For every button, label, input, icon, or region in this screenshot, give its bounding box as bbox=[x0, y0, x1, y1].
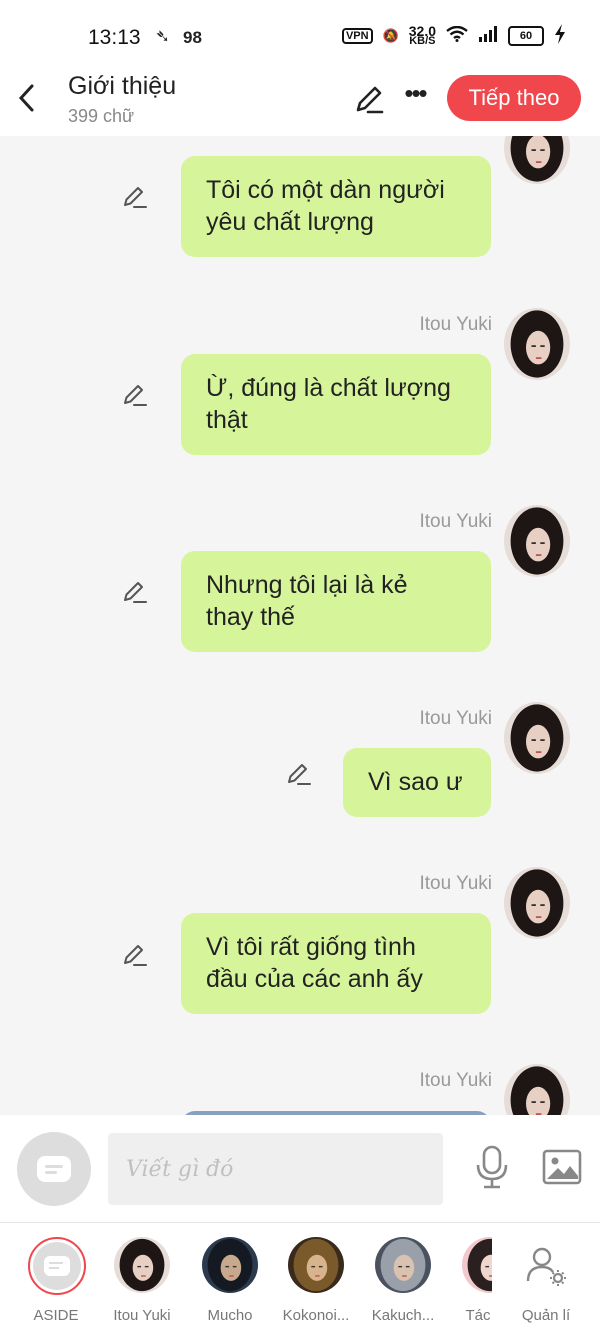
pencil-icon bbox=[124, 385, 147, 406]
edit-message-button[interactable] bbox=[122, 942, 148, 968]
edit-message-button[interactable] bbox=[122, 579, 148, 605]
word-count: 399 chữ bbox=[68, 106, 135, 126]
avatar[interactable] bbox=[504, 308, 570, 380]
message-bubble[interactable]: Ừ, đúng là chất lượng thật bbox=[181, 354, 491, 455]
message-text: Ừ, đúng là chất lượng thật bbox=[206, 374, 451, 434]
message-input-placeholder: Viết gì đó bbox=[126, 1157, 234, 1182]
message-text: Tôi có một dàn người yêu chất lượng bbox=[206, 176, 445, 236]
message-text: Vì sao ư bbox=[368, 768, 463, 796]
character-avatar bbox=[462, 1237, 492, 1293]
tab-character[interactable]: Itou Yuki bbox=[100, 1235, 184, 1327]
notification-icon: ➴ bbox=[155, 26, 171, 46]
microphone-icon bbox=[476, 1145, 508, 1189]
message-input[interactable]: Viết gì đó bbox=[108, 1133, 443, 1205]
pencil-icon bbox=[288, 764, 311, 785]
tab-label: Mucho bbox=[207, 1307, 253, 1324]
back-button[interactable] bbox=[12, 80, 42, 116]
character-avatar bbox=[375, 1237, 431, 1293]
chat-area[interactable]: Tôi có một dàn người yêu chất lượng Itou… bbox=[0, 136, 600, 1115]
status-bar: 13:13 ➴ 98 VPN 🔕 32.0 KB/S 60 bbox=[0, 0, 600, 70]
image-button[interactable] bbox=[542, 1149, 582, 1185]
character-avatar bbox=[288, 1237, 344, 1293]
sender-name: Itou Yuki bbox=[419, 1070, 492, 1091]
tab-character[interactable]: Tác bbox=[448, 1235, 492, 1327]
page-title: Giới thiệu bbox=[68, 72, 177, 100]
vpn-icon: VPN bbox=[341, 27, 373, 44]
status-time: 13:13 bbox=[88, 26, 141, 49]
composer-bar: Viết gì đó bbox=[0, 1115, 600, 1222]
status-count: 98 bbox=[183, 28, 202, 47]
character-avatar bbox=[202, 1237, 258, 1293]
avatar[interactable] bbox=[504, 505, 570, 577]
sender-name: Itou Yuki bbox=[419, 511, 492, 532]
chevron-left-icon bbox=[18, 84, 34, 112]
message-bubble[interactable]: Tôi có một dàn người yêu chất lượng bbox=[181, 156, 491, 257]
tab-manage[interactable]: Quản lí bbox=[504, 1235, 588, 1327]
more-options-button[interactable]: ••• bbox=[398, 80, 432, 114]
sender-name: Itou Yuki bbox=[419, 708, 492, 729]
aside-toggle-button[interactable] bbox=[17, 1132, 91, 1206]
microphone-button[interactable] bbox=[472, 1145, 512, 1189]
message-bubble[interactable]: Vì tôi rất giống tình đầu của các anh ấy bbox=[181, 913, 491, 1014]
tab-label: Itou Yuki bbox=[113, 1307, 171, 1324]
sender-name: Itou Yuki bbox=[419, 873, 492, 894]
mute-icon: 🔕 bbox=[382, 27, 399, 43]
signal-icon bbox=[478, 26, 498, 45]
tab-label: Kakuch... bbox=[371, 1307, 435, 1324]
charging-icon bbox=[554, 24, 566, 47]
pencil-icon bbox=[124, 187, 147, 208]
avatar[interactable] bbox=[504, 136, 570, 184]
tab-label: ASIDE bbox=[33, 1307, 79, 1324]
edit-message-button[interactable] bbox=[122, 382, 148, 408]
message-bubble[interactable]: Nhưng tôi lại là kẻ thay thế bbox=[181, 551, 491, 652]
edit-message-button[interactable] bbox=[286, 761, 312, 787]
aside-avatar bbox=[28, 1237, 86, 1295]
tab-character[interactable]: Kokonoi... bbox=[274, 1235, 358, 1327]
net-speed: 32.0 KB/S bbox=[408, 22, 436, 47]
message-text: Nhưng tôi lại là kẻ thay thế bbox=[206, 571, 408, 631]
edit-message-button[interactable] bbox=[122, 184, 148, 210]
avatar[interactable] bbox=[504, 867, 570, 939]
message-text: Vì tôi rất giống tình đầu của các anh ấy bbox=[206, 933, 423, 993]
message-bubble[interactable]: Vì sao ư bbox=[343, 748, 491, 817]
pencil-icon bbox=[124, 582, 147, 603]
tab-aside[interactable]: ASIDE bbox=[14, 1235, 98, 1327]
tab-label: Quản lí bbox=[521, 1307, 571, 1324]
sender-name: Itou Yuki bbox=[419, 314, 492, 335]
user-settings-icon bbox=[526, 1245, 568, 1292]
edit-button[interactable] bbox=[352, 82, 386, 116]
tab-character[interactable]: Mucho bbox=[188, 1235, 272, 1327]
next-button[interactable]: Tiếp theo bbox=[447, 75, 581, 121]
battery-icon: 60 bbox=[508, 25, 544, 46]
aside-icon bbox=[37, 1156, 71, 1182]
avatar[interactable] bbox=[504, 1064, 570, 1115]
top-bar: Giới thiệu 399 chữ ••• Tiếp theo bbox=[0, 70, 600, 136]
tab-label: Kokonoi... bbox=[282, 1307, 350, 1324]
pencil-icon bbox=[124, 945, 147, 966]
tab-character[interactable]: Kakuch... bbox=[361, 1235, 445, 1327]
pencil-icon bbox=[356, 86, 384, 114]
image-icon bbox=[542, 1149, 582, 1185]
wifi-icon bbox=[446, 25, 468, 45]
character-tab-bar: ASIDE Itou Yuki Mucho Kokonoi... Kakuch.… bbox=[0, 1223, 600, 1333]
tab-label: Tác bbox=[465, 1307, 491, 1324]
avatar[interactable] bbox=[504, 702, 570, 774]
character-avatar bbox=[114, 1237, 170, 1293]
